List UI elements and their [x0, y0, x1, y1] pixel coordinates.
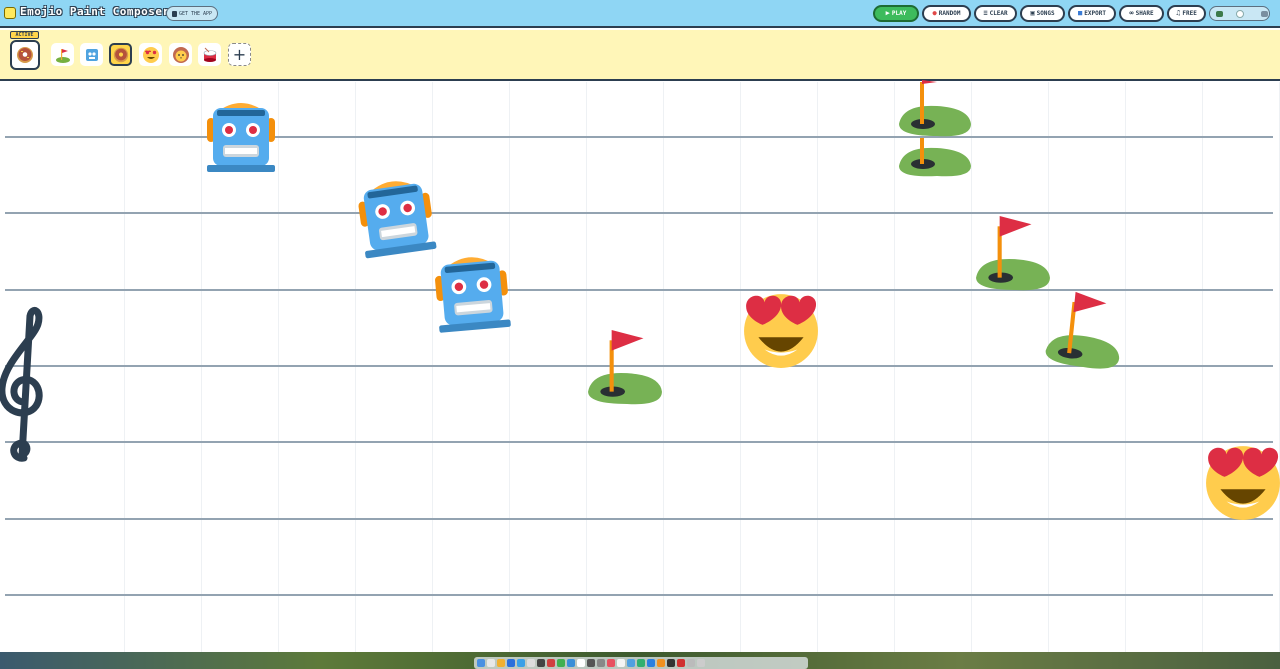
phone-icon: [171, 10, 177, 17]
export-icon: ■: [1078, 9, 1083, 17]
clear-button[interactable]: ≡ CLEAR: [974, 5, 1017, 22]
active-emoji-slot[interactable]: [10, 40, 40, 70]
robot-icon[interactable]: [432, 252, 512, 333]
free-label: FREE: [1182, 10, 1197, 17]
treble-clef-icon: [0, 307, 43, 462]
palette-golf-flag[interactable]: [51, 43, 74, 66]
staff-line: [5, 212, 1273, 214]
golf-flag-icon[interactable]: [896, 80, 974, 138]
random-button[interactable]: ● RANDOM: [922, 5, 971, 22]
trash-icon[interactable]: [697, 659, 705, 667]
staff-line: [5, 594, 1273, 596]
palette-drum[interactable]: [198, 43, 221, 66]
app-icon[interactable]: [597, 659, 605, 667]
play-button[interactable]: ▶ PLAY: [873, 5, 919, 22]
terminal-icon[interactable]: [537, 659, 545, 667]
play-icon: ▶: [885, 9, 890, 17]
heart-eyes-icon: [142, 46, 159, 63]
app-icon[interactable]: [687, 659, 695, 667]
active-label: ACTIVE: [10, 31, 39, 39]
app-logo-icon: [4, 7, 16, 19]
staff-line: [5, 441, 1273, 443]
top-bar: Emojio Paint Composer GET THE APP ▶ PLAY…: [0, 0, 1280, 28]
app-store-icon[interactable]: [647, 659, 655, 667]
golf-flag-icon[interactable]: [586, 328, 664, 406]
play-label: PLAY: [891, 10, 907, 17]
golf-flag-icon[interactable]: [974, 214, 1052, 292]
robot-icon[interactable]: [356, 176, 437, 259]
golf-flag-icon[interactable]: [1045, 290, 1124, 370]
finder-icon[interactable]: [477, 659, 485, 667]
golf-flag-icon[interactable]: [896, 138, 974, 178]
export-button[interactable]: ■ EXPORT: [1068, 5, 1116, 22]
calendar-icon[interactable]: [577, 659, 585, 667]
chrome-icon[interactable]: [497, 659, 505, 667]
slider-knob[interactable]: [1236, 10, 1244, 18]
lion-icon: [172, 46, 189, 63]
heart-eyes-icon[interactable]: [1204, 442, 1280, 520]
songs-label: SONGS: [1036, 10, 1055, 17]
launchpad-icon[interactable]: [487, 659, 495, 667]
drum-icon: [203, 47, 216, 62]
palette-robot[interactable]: [80, 43, 103, 66]
music-note-icon: ♫: [1176, 9, 1181, 17]
donut-icon: [113, 47, 128, 62]
share-button[interactable]: ∞ SHARE: [1119, 5, 1164, 22]
messages-icon[interactable]: [557, 659, 565, 667]
notes-icon[interactable]: [527, 659, 535, 667]
app-title: Emojio Paint Composer: [20, 5, 170, 18]
app-icon[interactable]: [637, 659, 645, 667]
golf-flag-icon: [55, 48, 70, 63]
music-icon[interactable]: [607, 659, 615, 667]
random-label: RANDOM: [938, 10, 961, 17]
app-icon[interactable]: [667, 659, 675, 667]
document-icon[interactable]: [617, 659, 625, 667]
trash-icon: ≡: [983, 9, 988, 17]
palette-donut[interactable]: [109, 43, 132, 66]
turtle-icon: [1216, 11, 1223, 17]
palette-lion[interactable]: [169, 43, 192, 66]
dock: [474, 657, 808, 669]
tempo-slider[interactable]: [1209, 6, 1270, 21]
robot-icon: [85, 48, 98, 61]
donut-icon: [17, 47, 33, 63]
app-icon[interactable]: [547, 659, 555, 667]
rabbit-icon: [1261, 11, 1268, 17]
link-icon: ∞: [1129, 9, 1134, 17]
app-icon[interactable]: [677, 659, 685, 667]
heart-eyes-icon[interactable]: [742, 290, 820, 368]
emoji-palette: ACTIVE: [0, 30, 1280, 81]
save-icon: ▣: [1030, 9, 1035, 17]
palette-heart-eyes[interactable]: [139, 43, 162, 66]
staff-line: [5, 136, 1273, 138]
app-icon[interactable]: [627, 659, 635, 667]
share-label: SHARE: [1135, 10, 1154, 17]
export-label: EXPORT: [1084, 10, 1106, 17]
songs-button[interactable]: ▣ SONGS: [1020, 5, 1065, 22]
get-app-label: GET THE APP: [178, 10, 213, 17]
clear-label: CLEAR: [989, 10, 1008, 17]
get-app-button[interactable]: GET THE APP: [166, 6, 218, 21]
robot-icon[interactable]: [203, 98, 279, 174]
app-icon[interactable]: [567, 659, 575, 667]
settings-icon[interactable]: [587, 659, 595, 667]
dice-icon: ●: [932, 9, 937, 17]
staff-line: [5, 518, 1273, 520]
free-button[interactable]: ♫ FREE: [1167, 5, 1206, 22]
safari-icon[interactable]: [517, 659, 525, 667]
app-icon[interactable]: [657, 659, 665, 667]
mail-icon[interactable]: [507, 659, 515, 667]
add-emoji-button[interactable]: +: [228, 43, 251, 66]
